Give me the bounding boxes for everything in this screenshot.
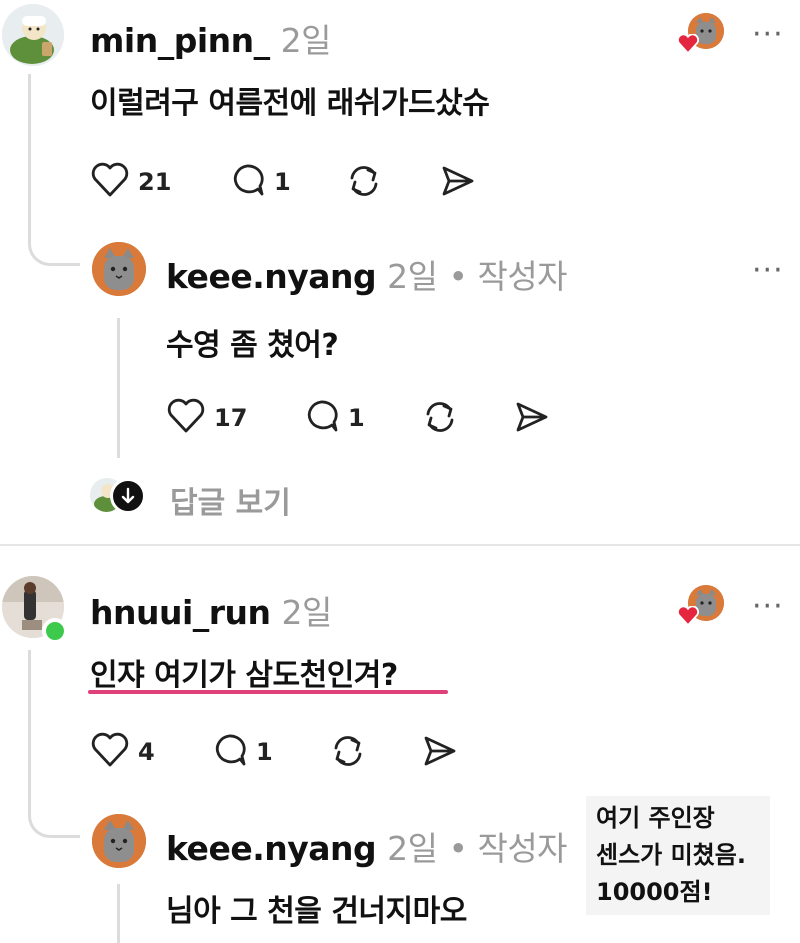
comment-text: 수영 좀 쳤어? — [166, 328, 339, 363]
note-line: 여기 주인장 — [596, 804, 715, 832]
reply-count: 1 — [348, 404, 365, 432]
thread-line — [117, 884, 120, 943]
share-icon[interactable] — [420, 732, 460, 774]
comment-text: 님아 그 천을 건너지마오 — [166, 894, 467, 929]
username-text[interactable]: hnuui_run — [90, 593, 271, 632]
repost-icon[interactable] — [420, 398, 460, 440]
reply-button[interactable]: 1 — [302, 398, 365, 438]
reply-count: 1 — [256, 738, 273, 766]
timestamp: 2일 — [280, 21, 332, 60]
username[interactable]: keee.nyang 2일 • 작성자 — [166, 250, 568, 298]
note-line: 10000점! — [596, 878, 713, 906]
reply-button[interactable]: 1 — [210, 732, 273, 772]
comment-icon — [210, 732, 248, 772]
like-count: 17 — [214, 404, 248, 432]
overlay-note: 여기 주인장 센스가 미쳤음. 10000점! — [586, 796, 770, 915]
comment-text: 인쟈 여기가 삼도천인겨? — [90, 658, 398, 693]
author-badge: • 작성자 — [448, 829, 568, 868]
reply-count: 1 — [274, 168, 291, 196]
username-text[interactable]: keee.nyang — [166, 829, 377, 868]
avatar[interactable] — [92, 814, 146, 868]
timestamp: 2일 — [387, 257, 438, 296]
comment-icon — [228, 162, 266, 202]
note-line: 센스가 미쳤음. — [596, 841, 746, 869]
author-badge: • 작성자 — [448, 257, 568, 296]
avatar[interactable] — [2, 4, 64, 66]
comment-icon — [302, 398, 340, 438]
arrow-down-icon[interactable] — [110, 478, 146, 514]
heart-icon — [90, 732, 130, 772]
more-options-icon[interactable]: ··· — [752, 592, 784, 622]
username[interactable]: min_pinn_ 2일 — [90, 14, 331, 62]
heart-badge-icon — [677, 33, 699, 58]
heart-icon — [90, 162, 130, 202]
like-button[interactable]: 17 — [166, 398, 247, 438]
timestamp: 2일 — [387, 829, 438, 868]
repost-icon[interactable] — [344, 162, 384, 204]
thread-line — [117, 318, 120, 458]
like-button[interactable]: 21 — [90, 162, 171, 202]
username-text[interactable]: min_pinn_ — [90, 21, 270, 60]
divider — [0, 544, 800, 546]
heart-badge-icon — [677, 605, 699, 630]
online-status-badge — [42, 618, 68, 644]
reply-button[interactable]: 1 — [228, 162, 291, 202]
share-icon[interactable] — [512, 398, 552, 440]
username[interactable]: keee.nyang 2일 • 작성자 — [166, 822, 568, 870]
view-replies-link[interactable]: 답글 보기 — [170, 478, 291, 522]
comment-text: 이럴려구 여름전에 래쉬가드샀슈 — [90, 86, 490, 121]
heart-icon — [166, 398, 206, 438]
avatar[interactable] — [92, 242, 146, 296]
highlight-underline — [88, 690, 448, 694]
more-options-icon[interactable]: ··· — [752, 256, 784, 286]
share-icon[interactable] — [438, 162, 478, 204]
like-count: 4 — [138, 738, 155, 766]
thread-connector — [28, 650, 80, 838]
username-text[interactable]: keee.nyang — [166, 257, 377, 296]
thread-connector — [28, 74, 80, 266]
repost-icon[interactable] — [328, 732, 368, 774]
like-count: 21 — [138, 168, 172, 196]
timestamp: 2일 — [281, 593, 333, 632]
more-options-icon[interactable]: ··· — [752, 20, 784, 50]
username[interactable]: hnuui_run 2일 — [90, 586, 332, 634]
like-button[interactable]: 4 — [90, 732, 155, 772]
